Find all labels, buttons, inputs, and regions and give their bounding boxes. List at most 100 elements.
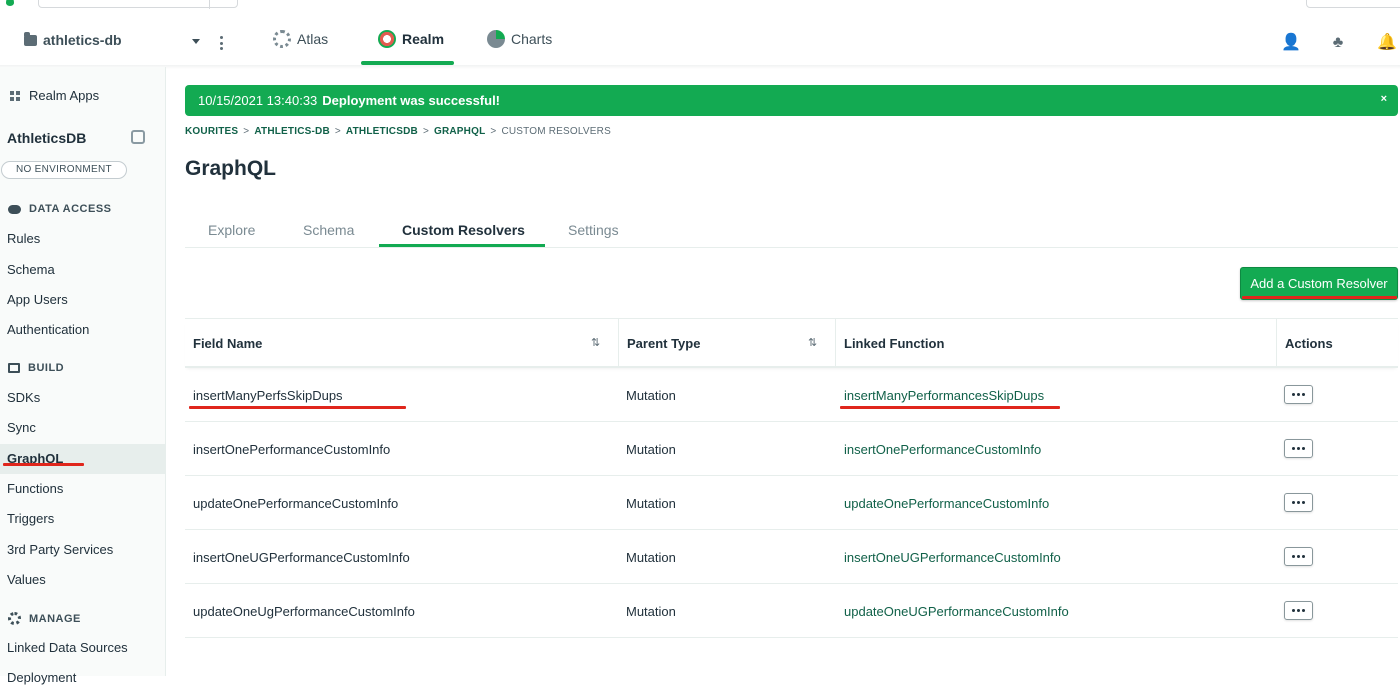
breadcrumb-current: CUSTOM RESOLVERS — [501, 126, 611, 137]
tab-explore[interactable]: Explore — [208, 222, 255, 238]
annotation-underline — [3, 463, 84, 466]
field-name-cell: updateOneUgPerformanceCustomInfo — [193, 603, 415, 619]
table-row: insertOnePerformanceCustomInfo Mutation … — [185, 422, 1398, 476]
column-header-linked-function: Linked Function — [835, 319, 1276, 367]
row-actions-button[interactable] — [1284, 385, 1313, 404]
banner-message: Deployment was successful! — [322, 93, 501, 108]
sort-icon[interactable]: ⇅ — [808, 337, 820, 349]
section-manage: MANAGE — [8, 612, 81, 625]
parent-type-cell: Mutation — [626, 603, 676, 619]
tab-schema[interactable]: Schema — [303, 222, 354, 238]
invite-user-icon[interactable]: 👤 — [1281, 34, 1301, 52]
row-actions-button[interactable] — [1284, 493, 1313, 512]
top-nav: athletics-db Atlas Realm Charts 👤 ♣ 🔔 — [0, 12, 1400, 69]
copy-app-id-icon[interactable] — [131, 130, 145, 144]
breadcrumb-item[interactable]: KOURITES — [185, 126, 238, 137]
field-name-cell: insertManyPerfsSkipDups — [193, 387, 343, 403]
field-name-cell: updateOnePerformanceCustomInfo — [193, 495, 399, 511]
section-build: BUILD — [8, 362, 64, 374]
table-row: insertOneUGPerformanceCustomInfo Mutatio… — [185, 530, 1398, 584]
mongodb-leaf-logo[interactable] — [6, 0, 14, 6]
row-actions-button[interactable] — [1284, 439, 1313, 458]
sidebar-item-triggers[interactable]: Triggers — [7, 511, 54, 526]
project-selector[interactable]: athletics-db — [24, 31, 122, 48]
nav-tab-label: Charts — [511, 31, 553, 47]
sidebar-item-3rd-party-services[interactable]: 3rd Party Services — [7, 542, 113, 557]
folder-icon — [24, 31, 37, 46]
sidebar-item-linked-data-sources[interactable]: Linked Data Sources — [7, 640, 128, 655]
sidebar-item-values[interactable]: Values — [7, 572, 46, 587]
row-actions-button[interactable] — [1284, 601, 1313, 620]
table-row: updateOnePerformanceCustomInfo Mutation … — [185, 476, 1398, 530]
account-menu[interactable] — [1306, 0, 1400, 8]
nav-tab-label: Atlas — [297, 31, 329, 47]
column-header-parent-type[interactable]: Parent Type — [618, 319, 835, 367]
sidebar-item-functions[interactable]: Functions — [7, 481, 63, 496]
column-header-field-name[interactable]: Field Name — [185, 319, 618, 367]
linked-function-link[interactable]: insertManyPerformancesSkipDups — [844, 368, 1044, 422]
active-tab-indicator — [379, 244, 545, 247]
grid-icon — [10, 90, 20, 101]
gear-icon — [8, 612, 21, 625]
sidebar-item-deployment[interactable]: Deployment — [7, 670, 76, 685]
parent-type-cell: Mutation — [626, 549, 676, 565]
nav-tab-charts[interactable]: Charts — [487, 12, 552, 66]
banner-timestamp: 10/15/2021 13:40:33 — [198, 93, 318, 108]
table-header: Field Name ⇅ Parent Type ⇅ Linked Functi… — [185, 318, 1398, 368]
nav-tab-realm[interactable]: Realm — [361, 12, 454, 66]
sidebar: Realm Apps AthleticsDB NO ENVIRONMENT DA… — [0, 67, 166, 685]
more-vertical-icon[interactable] — [220, 36, 223, 50]
parent-type-cell: Mutation — [626, 441, 676, 457]
table-row: updateOneUgPerformanceCustomInfo Mutatio… — [185, 584, 1398, 638]
bell-icon[interactable]: 🔔 — [1377, 34, 1397, 52]
sidebar-item-rules[interactable]: Rules — [7, 231, 40, 246]
success-banner: 10/15/2021 13:40:33 Deployment was succe… — [185, 85, 1398, 116]
column-header-actions: Actions — [1276, 319, 1398, 367]
top-strip — [0, 0, 1400, 12]
field-name-cell: insertOneUGPerformanceCustomInfo — [193, 549, 410, 565]
linked-function-link[interactable]: insertOneUGPerformanceCustomInfo — [844, 530, 1061, 584]
breadcrumb: KOURITES > ATHLETICS-DB > ATHLETICSDB > … — [185, 126, 611, 137]
environment-badge[interactable]: NO ENVIRONMENT — [1, 161, 127, 179]
sidebar-item-sdks[interactable]: SDKs — [7, 390, 40, 405]
linked-function-link[interactable]: updateOnePerformanceCustomInfo — [844, 476, 1049, 530]
page-title: GraphQL — [185, 157, 277, 180]
tab-custom-resolvers[interactable]: Custom Resolvers — [402, 222, 525, 238]
app-name: AthleticsDB — [7, 130, 87, 146]
nav-tab-atlas[interactable]: Atlas — [273, 12, 328, 66]
table-row: insertManyPerfsSkipDups Mutation insertM… — [185, 368, 1398, 422]
cloud-icon — [8, 204, 21, 214]
sidebar-realm-apps-label: Realm Apps — [29, 88, 100, 103]
sidebar-realm-apps[interactable]: Realm Apps — [10, 88, 99, 103]
project-name: athletics-db — [43, 32, 122, 48]
custom-resolvers-table: Field Name ⇅ Parent Type ⇅ Linked Functi… — [185, 318, 1398, 638]
sidebar-item-schema[interactable]: Schema — [7, 262, 55, 277]
nav-tab-label: Realm — [402, 31, 445, 47]
close-icon[interactable]: × — [1381, 93, 1387, 105]
breadcrumb-item[interactable]: GRAPHQL — [434, 126, 485, 137]
sort-icon[interactable]: ⇅ — [591, 337, 603, 349]
sidebar-item-app-users[interactable]: App Users — [7, 292, 68, 307]
activity-feed-icon[interactable]: ♣ — [1329, 34, 1347, 52]
graphql-tabs: Explore Schema Custom Resolvers Settings — [185, 216, 1398, 248]
row-actions-button[interactable] — [1284, 547, 1313, 566]
linked-function-link[interactable]: updateOneUGPerformanceCustomInfo — [844, 584, 1069, 638]
build-icon — [8, 363, 20, 373]
annotation-underline — [189, 406, 406, 409]
charts-icon — [487, 30, 505, 48]
parent-type-cell: Mutation — [626, 495, 676, 511]
linked-function-link[interactable]: insertOnePerformanceCustomInfo — [844, 422, 1041, 476]
section-data-access: DATA ACCESS — [8, 203, 112, 215]
sidebar-item-authentication[interactable]: Authentication — [7, 322, 89, 337]
field-name-cell: insertOnePerformanceCustomInfo — [193, 441, 391, 457]
realm-icon — [378, 30, 396, 48]
atlas-icon — [273, 30, 291, 48]
sidebar-item-sync[interactable]: Sync — [7, 420, 36, 435]
parent-type-cell: Mutation — [626, 387, 676, 403]
tab-settings[interactable]: Settings — [568, 222, 619, 238]
annotation-underline — [1242, 296, 1397, 299]
chevron-down-icon[interactable] — [192, 39, 200, 44]
breadcrumb-item[interactable]: ATHLETICSDB — [346, 126, 418, 137]
organization-selector[interactable] — [38, 0, 238, 9]
breadcrumb-item[interactable]: ATHLETICS-DB — [254, 126, 330, 137]
